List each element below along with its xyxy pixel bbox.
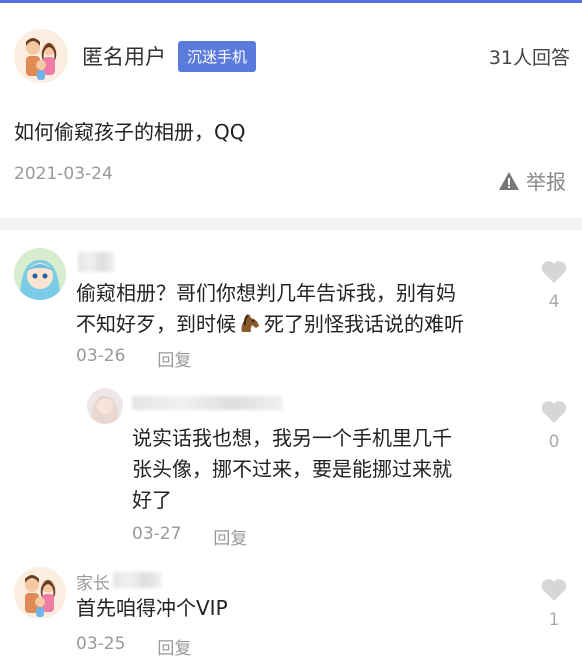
- comment-line: 张头像，挪不过来，要是能挪过来就: [132, 457, 452, 481]
- question-user-name[interactable]: 匿名用户: [82, 41, 166, 71]
- comment-meta: 03-25 回复: [76, 634, 191, 659]
- report-label: 举报: [526, 170, 566, 194]
- comment-text-part: 不知好歹，到时候: [76, 312, 236, 336]
- avatar[interactable]: [14, 248, 66, 300]
- comment-line: 好了: [132, 488, 172, 512]
- reply-button[interactable]: 回复: [213, 524, 247, 549]
- comment-text-part: 死了别怪我话说的难听: [264, 312, 464, 336]
- warning-triangle-icon: [499, 171, 519, 190]
- section-divider: [0, 218, 582, 230]
- comment-line: 不知好歹，到时候 死了别怪我话说的难听: [76, 309, 536, 340]
- comment-date: 03-26: [76, 346, 126, 366]
- like-button[interactable]: 4: [539, 260, 569, 312]
- like-count: 4: [548, 292, 560, 312]
- heart-icon: [541, 579, 567, 601]
- avatar[interactable]: [87, 388, 123, 424]
- like-button[interactable]: 1: [539, 578, 569, 630]
- comment-meta: 03-27 回复: [132, 524, 247, 549]
- comment-line: 偷窥相册？哥们你想判几年告诉我，别有妈: [76, 281, 456, 305]
- like-count: 0: [548, 432, 560, 452]
- avatar[interactable]: [14, 29, 68, 83]
- answer-count: 31人回答: [488, 46, 570, 69]
- reply-button[interactable]: 回复: [157, 634, 191, 659]
- comment-text: 说实话我也想，我另一个手机里几千 张头像，挪不过来，要是能挪过来就 好了: [132, 423, 522, 516]
- comment-user-name[interactable]: 家长: [76, 569, 110, 594]
- question-header: 匿名用户 沉迷手机 31人回答: [14, 28, 570, 84]
- user-name-blurred[interactable]: [78, 252, 114, 272]
- heart-icon: [541, 401, 567, 423]
- like-count: 1: [548, 610, 560, 630]
- report-button[interactable]: 举报: [498, 166, 566, 195]
- comment-text: 首先咱得冲个VIP: [76, 596, 228, 620]
- horse-emoji-icon: [241, 314, 259, 332]
- heart-icon: [541, 261, 567, 283]
- topic-tag[interactable]: 沉迷手机: [178, 40, 257, 72]
- user-name-blurred[interactable]: [132, 396, 282, 410]
- question-text: 如何偷窥孩子的相册，QQ: [14, 120, 246, 144]
- user-name-blurred: [113, 572, 161, 588]
- comment-meta: 03-26 回复: [76, 346, 191, 371]
- comment-date: 03-27: [132, 524, 182, 544]
- avatar[interactable]: [14, 567, 66, 619]
- like-button[interactable]: 0: [539, 400, 569, 452]
- reply-button[interactable]: 回复: [157, 346, 191, 371]
- top-accent-bar: [0, 0, 582, 3]
- comment-text: 偷窥相册？哥们你想判几年告诉我，别有妈 不知好歹，到时候 死了别怪我话说的难听: [76, 278, 536, 340]
- comment-line: 说实话我也想，我另一个手机里几千: [132, 426, 452, 450]
- comment-date: 03-25: [76, 634, 126, 654]
- question-date: 2021-03-24: [14, 164, 113, 184]
